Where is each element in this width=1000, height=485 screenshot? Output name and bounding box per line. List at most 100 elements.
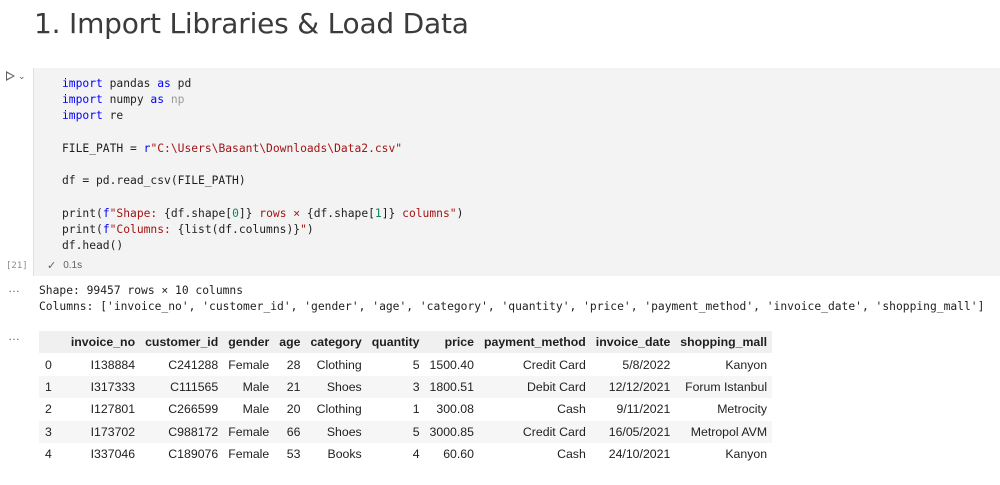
table-cell: 16/05/2021 bbox=[590, 420, 676, 443]
code-token: columns" bbox=[395, 206, 457, 220]
table-cell: 5 bbox=[366, 353, 425, 376]
code-token: f bbox=[102, 206, 110, 220]
table-cell: 12/12/2021 bbox=[590, 375, 676, 399]
table-cell: I317333 bbox=[65, 375, 141, 399]
table-cell: 1500.40 bbox=[424, 353, 479, 376]
execution-count: [21] bbox=[6, 261, 28, 271]
code-token: ) bbox=[456, 206, 464, 220]
table-cell: Kanyon bbox=[675, 442, 773, 466]
table-cell: 1 bbox=[366, 398, 425, 421]
table-cell: I138884 bbox=[65, 353, 141, 376]
table-cell: 60.60 bbox=[424, 442, 479, 466]
code-token: pd bbox=[170, 77, 192, 90]
table-header-row: invoice_no customer_id gender age category qu… bbox=[39, 331, 773, 354]
code-token: rows × bbox=[252, 206, 307, 220]
code-token: ]} bbox=[381, 206, 396, 220]
code-token: np bbox=[164, 93, 185, 107]
table-cell: Metrocity bbox=[675, 398, 773, 421]
column-header: age bbox=[274, 331, 306, 354]
table-row: 2 I127801 C266599 Male 20 Clothing 1 300.08 Cash… bbox=[39, 398, 773, 421]
output-line: Shape: 99457 rows × 10 columns bbox=[39, 284, 244, 297]
table-cell: 1800.51 bbox=[424, 375, 479, 399]
row-index: 2 bbox=[39, 398, 66, 421]
table-cell: Cash bbox=[478, 442, 591, 466]
code-token: 1 bbox=[374, 206, 382, 220]
table-cell: 4 bbox=[366, 442, 425, 466]
table-cell: C241288 bbox=[140, 353, 224, 376]
row-index: 3 bbox=[39, 420, 66, 443]
table-cell: Cash bbox=[478, 398, 591, 421]
table-row: 3 I173702 C988172 Female 66 Shoes 5 3000.85 Cred… bbox=[39, 420, 773, 443]
table-cell: Female bbox=[223, 420, 275, 443]
code-editor[interactable]: import pandas as pd import numpy as np i… bbox=[62, 76, 463, 254]
column-header: quantity bbox=[366, 331, 425, 354]
row-index: 1 bbox=[39, 375, 66, 399]
column-header: customer_id bbox=[140, 331, 224, 354]
table-cell: 3 bbox=[366, 375, 425, 399]
code-token: import bbox=[62, 109, 103, 123]
table-cell: Female bbox=[223, 353, 275, 376]
table-cell: 66 bbox=[274, 420, 306, 443]
run-cell-button[interactable]: ⌄ bbox=[6, 68, 32, 84]
column-header: shopping_mall bbox=[675, 331, 773, 354]
code-token: ]} bbox=[238, 206, 253, 220]
table-cell: Metropol AVM bbox=[675, 420, 773, 443]
code-token: " bbox=[300, 222, 307, 236]
code-token: as bbox=[157, 77, 171, 90]
code-token: as bbox=[150, 93, 165, 107]
table-row: 1 I317333 C111565 Male 21 Shoes 3 1800.51 Debit … bbox=[39, 375, 773, 399]
table-cell: 21 bbox=[274, 375, 306, 399]
code-token: {df.shape[ bbox=[306, 206, 375, 220]
code-token: ) bbox=[306, 222, 314, 236]
table-cell: C111565 bbox=[140, 375, 224, 399]
row-index: 4 bbox=[39, 442, 66, 466]
column-header: gender bbox=[223, 331, 275, 354]
table-cell: C988172 bbox=[140, 420, 224, 443]
table-cell: Books bbox=[305, 442, 367, 466]
table-cell: 3000.85 bbox=[424, 420, 479, 443]
code-token: {df.shape[ bbox=[164, 206, 233, 220]
table-cell: Shoes bbox=[305, 375, 367, 399]
column-header: payment_method bbox=[478, 331, 591, 354]
table-cell: 53 bbox=[274, 442, 306, 466]
code-token: df.head() bbox=[62, 239, 124, 253]
code-token: numpy bbox=[102, 93, 151, 107]
code-token: f bbox=[102, 222, 110, 236]
code-token: "C:\Users\Basant\Downloads\Data2.csv" bbox=[150, 141, 403, 155]
table-cell: Shoes bbox=[305, 420, 367, 443]
chevron-down-icon[interactable]: ⌄ bbox=[18, 71, 26, 81]
code-cell[interactable]: import pandas as pd import numpy as np i… bbox=[33, 68, 1000, 276]
output-menu-icon[interactable]: … bbox=[8, 329, 21, 343]
column-header bbox=[39, 331, 66, 354]
table-cell: Debit Card bbox=[478, 375, 591, 399]
code-token: import bbox=[62, 93, 103, 107]
table-cell: Male bbox=[223, 398, 275, 421]
table-cell: 300.08 bbox=[424, 398, 479, 421]
table-cell: Kanyon bbox=[675, 353, 773, 376]
code-token: import bbox=[62, 77, 103, 90]
table-cell: C266599 bbox=[140, 398, 224, 421]
table-cell: I127801 bbox=[65, 398, 141, 421]
table-cell: 5 bbox=[366, 420, 425, 443]
section-heading: 1. Import Libraries & Load Data bbox=[34, 7, 469, 40]
column-header: invoice_no bbox=[65, 331, 141, 354]
output-text: Shape: 99457 rows × 10 columns Columns: … bbox=[39, 283, 984, 315]
code-token: df = pd.read_csv(FILE_PATH) bbox=[62, 174, 246, 188]
code-token: print( bbox=[62, 206, 103, 220]
column-header: category bbox=[305, 331, 367, 354]
table-cell: 5/8/2022 bbox=[590, 353, 676, 376]
output-menu-icon[interactable]: … bbox=[8, 281, 21, 295]
output-line: Columns: ['invoice_no', 'customer_id', '… bbox=[39, 300, 985, 313]
table-cell: Forum Istanbul bbox=[675, 375, 773, 399]
row-index: 0 bbox=[39, 353, 66, 376]
execution-status: ✓ 0.1s bbox=[47, 259, 82, 272]
table-cell: 9/11/2021 bbox=[590, 398, 676, 421]
column-header: price bbox=[424, 331, 479, 354]
code-token: print( bbox=[62, 222, 103, 236]
dataframe-table: invoice_no customer_id gender age category qu… bbox=[39, 331, 773, 466]
table-body: 0 I138884 C241288 Female 28 Clothing 5 1500.40 C… bbox=[39, 353, 773, 466]
execution-time: 0.1s bbox=[63, 260, 83, 271]
code-token: re bbox=[102, 109, 124, 123]
table-cell: 20 bbox=[274, 398, 306, 421]
table-cell: Clothing bbox=[305, 353, 367, 376]
